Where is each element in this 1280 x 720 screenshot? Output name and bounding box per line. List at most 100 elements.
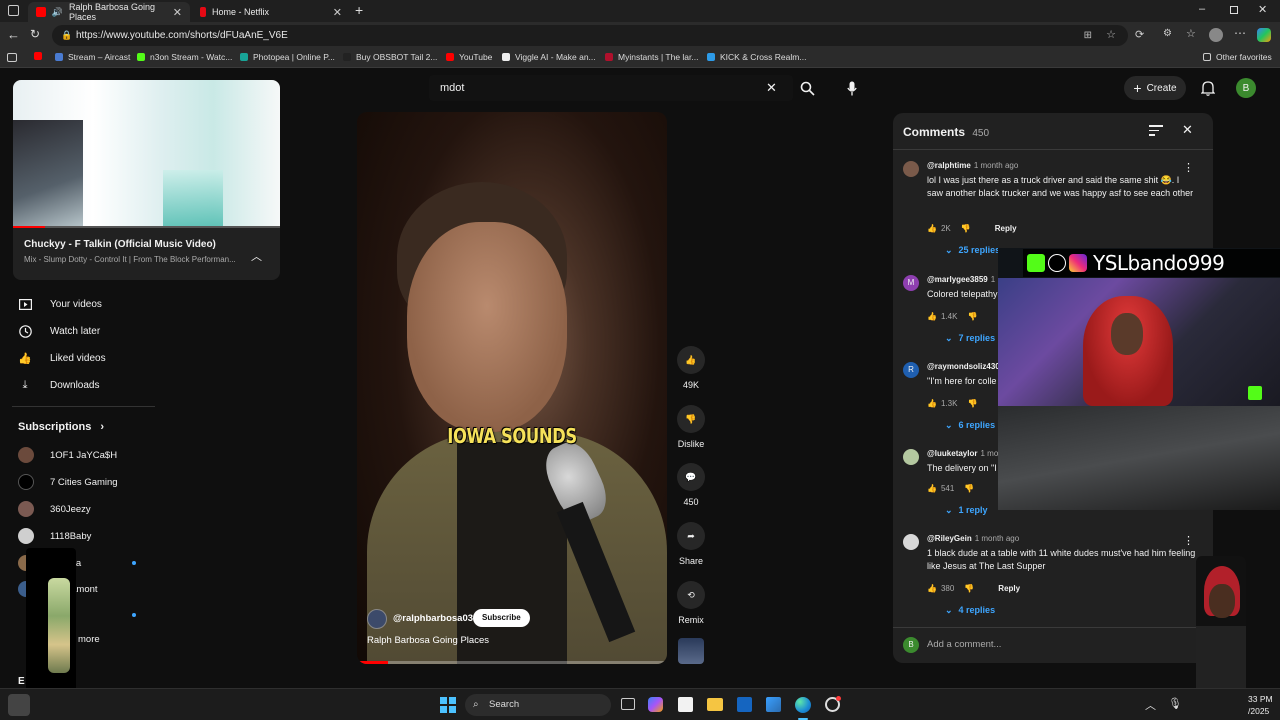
- subscription-item[interactable]: 1OF1 JaYCa$H: [18, 447, 117, 463]
- thumbs-down-icon[interactable]: 👎: [967, 312, 977, 321]
- nav-downloads[interactable]: ⤓ Downloads: [18, 378, 100, 392]
- bookmark-viggle[interactable]: Viggle AI - Make an...: [502, 52, 596, 62]
- bookmark-kick[interactable]: KICK & Cross Realm...: [707, 52, 806, 62]
- sort-icon[interactable]: [1149, 125, 1163, 136]
- comment-menu-icon[interactable]: ⋮: [1183, 534, 1194, 547]
- thumbs-down-icon[interactable]: 👎: [964, 584, 974, 593]
- tab-ralph-barbosa[interactable]: 🔊 Ralph Barbosa Going Places ✕: [28, 2, 190, 22]
- view-replies-button[interactable]: ⌄ 6 replies: [945, 420, 995, 431]
- thumbs-up-icon[interactable]: 👍: [927, 584, 937, 593]
- close-window-icon[interactable]: ✕: [1258, 3, 1267, 16]
- view-replies-button[interactable]: ⌄ 25 replies: [945, 245, 1000, 256]
- add-comment-input[interactable]: Add a comment...: [927, 639, 1001, 650]
- speaker-icon[interactable]: 🔊: [52, 7, 63, 18]
- back-icon[interactable]: ←: [7, 27, 20, 42]
- minimize-icon[interactable]: –: [1199, 3, 1205, 15]
- reply-button[interactable]: Reply: [998, 584, 1020, 593]
- bookmark-n3on[interactable]: n3on Stream - Watc...: [137, 52, 232, 62]
- comment-handle[interactable]: @raymondsoliz430: [927, 362, 1000, 371]
- close-tab-icon[interactable]: ✕: [173, 6, 182, 19]
- view-replies-button[interactable]: ⌄ 1 reply: [945, 505, 988, 516]
- comment-menu-icon[interactable]: ⋮: [1183, 161, 1194, 174]
- outlook-icon[interactable]: [737, 697, 752, 712]
- tray-chevron-up-icon[interactable]: ︿: [1145, 697, 1156, 713]
- subscription-item[interactable]: 7 Cities Gaming: [18, 474, 118, 490]
- bookmark-stream-aircast[interactable]: Stream – Aircast: [55, 52, 130, 62]
- view-replies-button[interactable]: ⌄ 4 replies: [945, 605, 995, 616]
- close-comments-icon[interactable]: ✕: [1182, 122, 1193, 138]
- more-menu-icon[interactable]: ⋯: [1234, 26, 1246, 40]
- thumbs-down-icon[interactable]: 👎: [961, 224, 971, 233]
- other-favorites[interactable]: Other favorites: [1203, 52, 1272, 62]
- bookmark-youtube[interactable]: YouTube: [446, 52, 492, 62]
- miniplayer[interactable]: Chuckyy - F Talkin (Official Music Video…: [13, 80, 280, 280]
- copilot-icon[interactable]: [1257, 28, 1271, 42]
- search-icon[interactable]: [793, 75, 821, 101]
- bookmark-myinstants[interactable]: Myinstants | The lar...: [605, 52, 698, 62]
- nav-watch-later[interactable]: Watch later: [18, 324, 100, 338]
- subscriptions-heading[interactable]: Subscriptions ›: [18, 421, 104, 433]
- reply-button[interactable]: Reply: [995, 224, 1017, 233]
- view-replies-button[interactable]: ⌄ 7 replies: [945, 333, 995, 344]
- commenter-avatar[interactable]: M: [903, 275, 919, 291]
- comment-handle[interactable]: @luuketaylor 1 mo: [927, 449, 998, 458]
- comment-handle[interactable]: @RileyGein 1 month ago: [927, 534, 1019, 543]
- subscription-item[interactable]: 360Jeezy: [18, 501, 91, 517]
- thumbs-down-icon[interactable]: 👎: [964, 484, 974, 493]
- channel-avatar[interactable]: [367, 609, 387, 629]
- create-button[interactable]: + Create: [1124, 76, 1186, 100]
- nav-your-videos[interactable]: Your videos: [18, 297, 102, 311]
- show-more-button[interactable]: more: [78, 634, 100, 645]
- notifications-bell-icon[interactable]: [1199, 78, 1217, 98]
- clear-search-icon[interactable]: ✕: [766, 80, 777, 96]
- file-explorer-icon[interactable]: [707, 698, 723, 711]
- comments-button[interactable]: 💬 450: [672, 463, 710, 507]
- task-view-icon[interactable]: [621, 698, 635, 710]
- sound-thumbnail[interactable]: [678, 638, 704, 664]
- bookmark-youtube-icon[interactable]: [34, 52, 47, 60]
- account-avatar[interactable]: B: [1236, 78, 1256, 98]
- profile-avatar-icon[interactable]: [1209, 28, 1223, 42]
- like-button[interactable]: 👍 49K: [672, 346, 710, 390]
- collections-icon[interactable]: [7, 53, 17, 62]
- clock-date[interactable]: /2025: [1248, 706, 1269, 716]
- video-title[interactable]: Ralph Barbosa Going Places: [367, 635, 489, 646]
- microphone-icon[interactable]: [844, 78, 860, 98]
- thumbs-up-icon[interactable]: 👍: [927, 224, 937, 233]
- favorites-icon[interactable]: ☆: [1186, 27, 1196, 40]
- miniplayer-progress[interactable]: [13, 226, 280, 228]
- extensions-icon[interactable]: ⟳: [1135, 28, 1144, 41]
- channel-handle[interactable]: @ralphbarbosa03: [393, 613, 473, 624]
- commenter-avatar[interactable]: R: [903, 362, 919, 378]
- clock-time[interactable]: 33 PM: [1248, 694, 1273, 704]
- store-icon[interactable]: [678, 697, 693, 712]
- close-tab-icon[interactable]: ✕: [333, 6, 342, 19]
- thumbs-down-icon[interactable]: 👎: [967, 399, 977, 408]
- copilot-app-icon[interactable]: [648, 697, 663, 712]
- miniplayer-video[interactable]: [13, 80, 280, 228]
- commenter-avatar[interactable]: [903, 534, 919, 550]
- subscription-item[interactable]: 1118Baby: [18, 528, 91, 544]
- thumbs-up-icon[interactable]: 👍: [927, 484, 937, 493]
- start-icon[interactable]: [440, 697, 456, 713]
- favorite-star-icon[interactable]: ☆: [1106, 25, 1116, 46]
- tab-actions-icon[interactable]: [8, 5, 19, 16]
- edge-icon[interactable]: [795, 697, 811, 713]
- bookmark-obsbot[interactable]: Buy OBSBOT Tail 2...: [343, 52, 437, 62]
- commenter-avatar[interactable]: [903, 449, 919, 465]
- nav-liked-videos[interactable]: 👍 Liked videos: [18, 351, 105, 365]
- comment-handle[interactable]: @marlygee3859 1: [927, 275, 995, 284]
- tray-mic-icon[interactable]: 🎙: [1168, 697, 1182, 710]
- refresh-icon[interactable]: ↻: [30, 27, 40, 41]
- reading-view-icon[interactable]: ⊞: [1084, 25, 1092, 46]
- tab-netflix[interactable]: Home - Netflix ✕: [192, 2, 350, 22]
- url-field[interactable]: 🔒 https://www.youtube.com/shorts/dFUaAnE…: [52, 25, 1128, 46]
- photos-icon[interactable]: [766, 697, 781, 712]
- thumbs-up-icon[interactable]: 👍: [927, 399, 937, 408]
- bookmark-photopea[interactable]: Photopea | Online P...: [240, 52, 335, 62]
- short-video-player[interactable]: IOWA SOUNDS @ralphbarbosa03 Subscribe Ra…: [357, 112, 667, 664]
- restore-icon[interactable]: [1230, 6, 1238, 14]
- share-button[interactable]: ➦ Share: [672, 522, 710, 566]
- search-input[interactable]: mdot: [429, 75, 793, 101]
- comment-handle[interactable]: @ralphtime 1 month ago: [927, 161, 1018, 170]
